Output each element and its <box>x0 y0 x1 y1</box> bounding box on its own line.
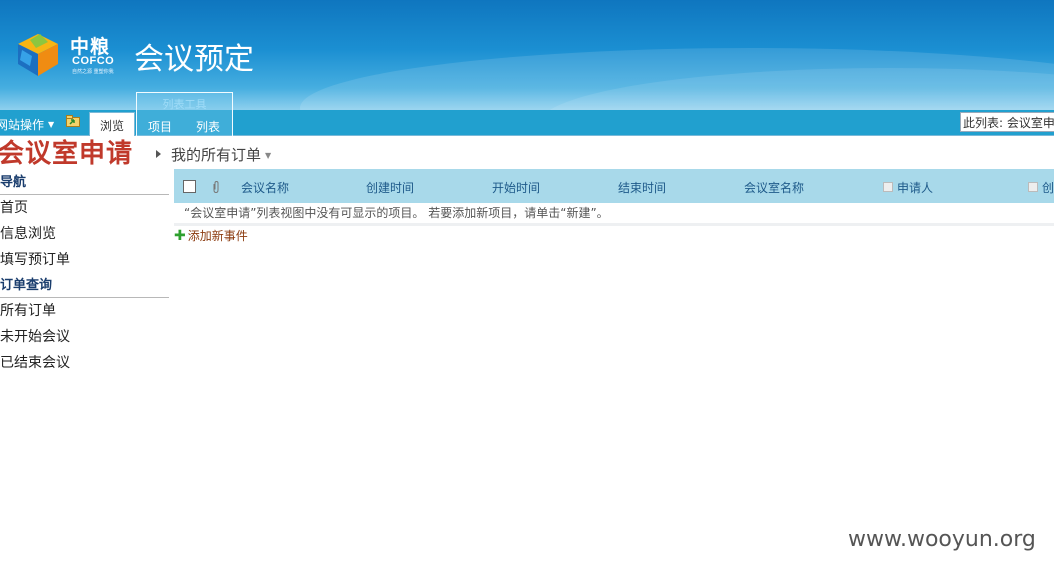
table-header: 会议名称 创建时间 开始时间 结束时间 会议室名称 申请人 创 <box>174 169 1054 203</box>
add-new-label: 添加新事件 <box>187 229 248 243</box>
column-filter-icon <box>883 182 893 192</box>
tab-items[interactable]: 项目 <box>148 118 172 135</box>
nav-heading-order-query[interactable]: 订单查询 <box>0 273 169 298</box>
search-scope-input[interactable]: 此列表: 会议室申 <box>960 112 1054 132</box>
tab-list[interactable]: 列表 <box>196 118 220 135</box>
nav-link-browse-info[interactable]: 信息浏览 <box>0 221 169 247</box>
column-header-creator[interactable]: 创 <box>1028 179 1054 196</box>
nav-link-finished-meetings[interactable]: 已结束会议 <box>0 350 169 376</box>
breadcrumb-arrow-icon <box>156 150 161 158</box>
list-view-table: 会议名称 创建时间 开始时间 结束时间 会议室名称 申请人 创 “会议室申请”列… <box>174 169 1054 226</box>
column-filter-icon <box>1028 182 1038 192</box>
add-new-item-link[interactable]: ✚ 添加新事件 <box>174 227 248 244</box>
view-name-label: 我的所有订单 <box>171 146 262 164</box>
attachment-icon <box>213 180 219 194</box>
site-actions-label: 网站操作 <box>0 118 45 132</box>
list-tools-label: 列表工具 <box>162 98 207 111</box>
site-actions-menu[interactable]: 网站操作 ▼ <box>0 116 54 133</box>
column-header-meeting-name[interactable]: 会议名称 <box>241 179 289 196</box>
chevron-down-icon: ▼ <box>48 120 55 129</box>
nav-link-all-orders[interactable]: 所有订单 <box>0 298 169 324</box>
view-selector[interactable]: 我的所有订单 ▼ <box>171 144 271 165</box>
column-header-applicant-label: 申请人 <box>897 181 934 195</box>
column-header-end-time[interactable]: 结束时间 <box>618 179 666 196</box>
logo-english-text: COFCO <box>72 55 115 67</box>
logo-slogan: 自然之源 重塑你我 <box>72 69 114 75</box>
nav-heading-navigation[interactable]: 导航 <box>0 170 169 195</box>
select-all-checkbox[interactable] <box>183 180 196 193</box>
column-header-creator-label: 创 <box>1042 181 1054 195</box>
page-title[interactable]: 会议室申请 <box>0 133 133 170</box>
column-header-applicant[interactable]: 申请人 <box>883 179 933 196</box>
site-title[interactable]: 会议预定 <box>134 34 254 78</box>
chevron-down-icon: ▼ <box>265 151 272 160</box>
empty-list-message: “会议室申请”列表视图中没有可显示的项目。 若要添加新项目，请单击“新建”。 <box>174 203 1054 226</box>
column-header-room-name[interactable]: 会议室名称 <box>744 179 804 196</box>
cofco-logo-icon <box>18 34 58 76</box>
column-header-created[interactable]: 创建时间 <box>366 179 414 196</box>
watermark-text: www.wooyun.org <box>848 527 1036 552</box>
nav-link-upcoming-meetings[interactable]: 未开始会议 <box>0 324 169 350</box>
nav-link-fill-order[interactable]: 填写预订单 <box>0 247 169 273</box>
navigate-up-icon[interactable] <box>66 115 80 127</box>
column-header-start-time[interactable]: 开始时间 <box>492 179 540 196</box>
nav-link-home[interactable]: 首页 <box>0 195 169 221</box>
quick-launch-nav: 导航 首页 信息浏览 填写预订单 订单查询 所有订单 未开始会议 已结束会议 <box>0 170 169 376</box>
add-plus-icon: ✚ <box>174 228 186 244</box>
